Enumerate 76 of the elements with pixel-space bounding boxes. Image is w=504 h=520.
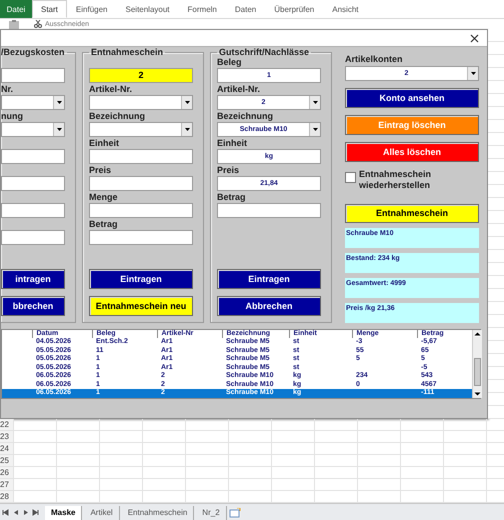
action-button[interactable]: Alles löschen — [345, 142, 479, 162]
text-field[interactable] — [217, 203, 321, 218]
dropdown-arrow-icon — [184, 128, 190, 131]
nav-arrow-icon[interactable] — [32, 509, 39, 516]
ribbon-tab[interactable]: Überprüfen — [265, 0, 324, 18]
text-field[interactable] — [1, 68, 65, 83]
ribbon-tab[interactable]: Einfügen — [66, 0, 116, 18]
scroll-up-icon — [473, 330, 482, 338]
checkbox-label: Entnahmeschein wiederherstellen — [359, 168, 432, 191]
action-button[interactable]: bbrechen — [1, 296, 65, 316]
sheet-tab[interactable]: Maske — [45, 506, 82, 520]
dropdown-field[interactable] — [1, 95, 65, 110]
dropdown-field[interactable] — [1, 122, 65, 137]
action-button[interactable]: Abbrechen — [217, 296, 321, 316]
field-label: Bezeichnung — [217, 111, 274, 122]
close-icon — [470, 34, 478, 42]
action-button[interactable]: Eintragen — [89, 269, 193, 289]
field-label: Bezeichnung — [89, 111, 146, 122]
field-label: Artikel-Nr. — [89, 84, 134, 95]
checkbox[interactable] — [345, 172, 356, 183]
text-field[interactable] — [89, 203, 193, 218]
scroll-thumb[interactable] — [474, 358, 481, 386]
field-label: Preis — [217, 165, 240, 176]
field-label: Betrag — [89, 219, 119, 230]
ribbon-tab[interactable]: Formeln — [178, 0, 226, 18]
frame-title: Entnahmeschein — [90, 47, 164, 57]
field-label: Menge — [89, 192, 119, 203]
row-number: 26 — [0, 467, 13, 478]
ribbon-tab[interactable]: Daten — [226, 0, 266, 18]
file-tab[interactable]: Datei — [0, 0, 32, 18]
dropdown-arrow-icon — [184, 101, 190, 104]
ribbon-tab[interactable]: Ansicht — [323, 0, 368, 18]
action-button[interactable]: Konto ansehen — [345, 88, 479, 108]
text-field[interactable] — [89, 149, 193, 164]
field-label: Einheit — [89, 138, 120, 149]
number-field: 2 — [89, 68, 193, 83]
dropdown-field[interactable] — [89, 95, 193, 110]
action-button[interactable]: Entnahmeschein neu — [89, 296, 193, 316]
dropdown-arrow-icon — [312, 128, 318, 131]
scroll-down-icon — [473, 390, 482, 398]
field-label: nung — [1, 111, 24, 122]
field-label: Preis — [89, 165, 112, 176]
new-sheet-icon[interactable] — [228, 508, 241, 518]
text-field[interactable] — [1, 203, 65, 218]
frame-title: /Bezugskosten — [1, 47, 66, 57]
field-label: Artikelkonten — [345, 54, 404, 66]
dropdown-arrow-icon — [56, 128, 62, 131]
row-number: 23 — [0, 431, 13, 442]
action-button[interactable]: Entnahmeschein — [345, 204, 479, 224]
scrollbar[interactable] — [472, 330, 482, 398]
text-field[interactable] — [1, 176, 65, 191]
field-label: Artikel-Nr. — [217, 84, 262, 95]
action-button[interactable]: intragen — [1, 269, 65, 289]
row-number: 25 — [0, 455, 13, 466]
dropdown-arrow-icon — [470, 72, 476, 75]
text-field[interactable] — [1, 230, 65, 245]
row-number: 22 — [0, 419, 13, 430]
action-button[interactable]: Eintragen — [217, 269, 321, 289]
frame-title: Gutschrift/Nachlässe — [218, 47, 310, 57]
ribbon-tab[interactable]: Start — [32, 0, 67, 18]
dropdown-field[interactable] — [89, 122, 193, 137]
dropdown-arrow-icon — [56, 101, 62, 104]
row-number: 28 — [0, 491, 13, 502]
text-field[interactable] — [1, 149, 65, 164]
field-label: Betrag — [217, 192, 247, 203]
text-field[interactable] — [89, 176, 193, 191]
field-label: Einheit — [217, 138, 248, 149]
row-number: 27 — [0, 479, 13, 490]
text-field[interactable] — [89, 230, 193, 245]
scissors-icon — [34, 20, 42, 28]
dropdown-arrow-icon — [312, 101, 318, 104]
ribbon-tab[interactable]: Seitenlayout — [116, 0, 179, 18]
field-label: Nr. — [1, 84, 14, 95]
nav-arrow-icon[interactable] — [2, 509, 9, 516]
row-number: 24 — [0, 443, 13, 454]
field-label: Beleg — [217, 57, 243, 68]
